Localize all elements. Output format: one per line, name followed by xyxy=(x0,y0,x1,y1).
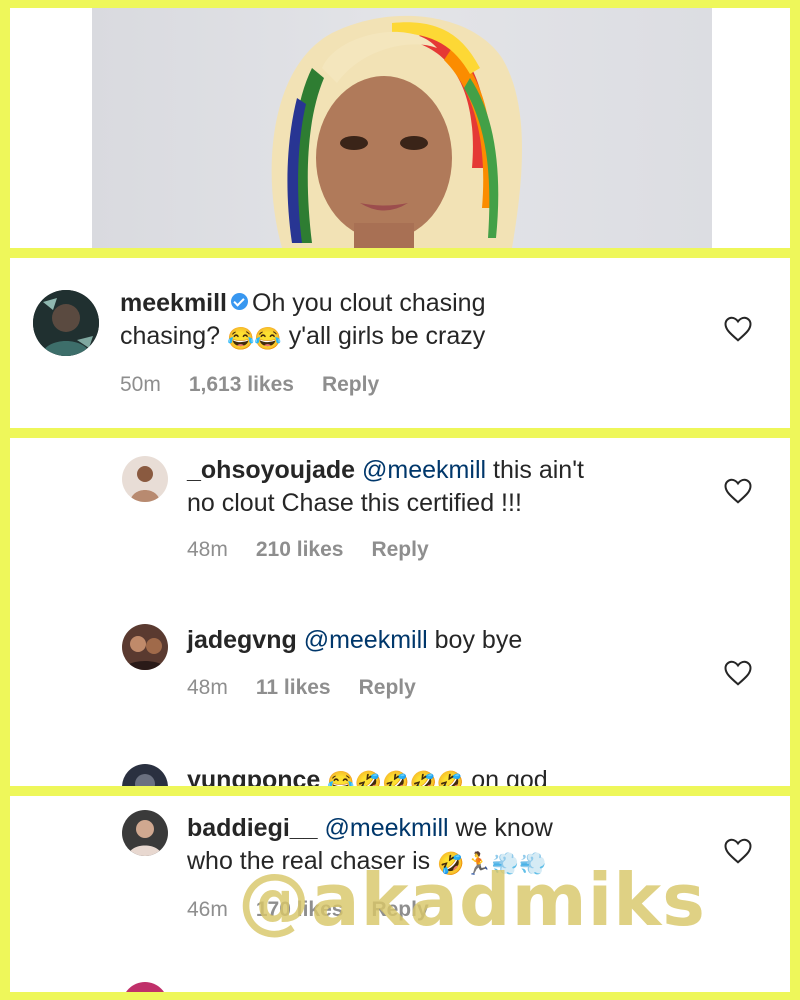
comment-body: y'all girls be crazy xyxy=(288,322,486,350)
comment-text: _ohsoyoujade @meekmill this ain't no clo… xyxy=(187,454,747,520)
comment-time: 46m xyxy=(187,898,228,921)
avatar[interactable] xyxy=(122,810,168,856)
avatar[interactable] xyxy=(122,764,168,786)
comment-time: 48m xyxy=(187,676,228,699)
comment-mention[interactable]: @meekmill xyxy=(325,814,449,842)
heart-icon[interactable] xyxy=(723,476,753,506)
heart-icon[interactable] xyxy=(723,836,753,866)
reply-button[interactable]: Reply xyxy=(322,373,379,396)
watermark: @akadmiks xyxy=(238,858,707,942)
comment-username[interactable]: _ohsoyoujade xyxy=(187,456,355,484)
comment-body: no clout Chase this certified !!! xyxy=(187,489,522,517)
emoji-laughing: 😂😂 xyxy=(227,326,282,351)
comment-ohsoyoujade: _ohsoyoujade @meekmill this ain't no clo… xyxy=(10,438,790,588)
portrait-illustration xyxy=(271,15,522,248)
post-photo-panel xyxy=(10,8,790,248)
comment-likes[interactable]: 210 likes xyxy=(256,538,344,561)
comment-mention[interactable]: @meekmill xyxy=(362,456,486,484)
comment-username[interactable]: jadegvng xyxy=(187,626,297,654)
comment-meta: 50m 1,613 likes Reply xyxy=(120,373,407,397)
next-comment-avatar-edge xyxy=(122,982,168,992)
comment-mention[interactable]: @meekmill xyxy=(304,626,428,654)
comment-meekmill: meekmill Oh you clout chasing chasing? 😂😂… xyxy=(10,258,790,428)
comment-time: 50m xyxy=(120,373,161,396)
avatar[interactable] xyxy=(122,624,168,670)
comment-text: yungponce 😂🤣🤣🤣🤣 on god xyxy=(187,764,747,786)
comment-username[interactable]: meekmill xyxy=(120,289,227,317)
reply-button[interactable]: Reply xyxy=(371,538,428,561)
comment-body: we know xyxy=(455,814,553,842)
verified-badge-icon xyxy=(231,293,249,310)
comment-body: chasing? xyxy=(120,322,221,350)
post-photo xyxy=(92,8,712,248)
avatar[interactable] xyxy=(122,456,168,502)
comment-panel-1: meekmill Oh you clout chasing chasing? 😂😂… xyxy=(10,258,790,428)
comment-jadegvng: jadegvng @meekmill boy bye 48m 11 likes Re… xyxy=(10,618,790,738)
comment-meta: 48m 11 likes Reply xyxy=(187,676,444,700)
comment-username[interactable]: baddiegi__ xyxy=(187,814,318,842)
comment-likes[interactable]: 1,613 likes xyxy=(189,373,294,396)
comment-text: jadegvng @meekmill boy bye xyxy=(187,624,747,657)
avatar[interactable] xyxy=(33,290,99,356)
comment-time: 48m xyxy=(187,538,228,561)
comment-meta: 48m 210 likes Reply xyxy=(187,538,457,562)
comment-body: on god xyxy=(471,766,548,786)
comment-panel-2: _ohsoyoujade @meekmill this ain't no clo… xyxy=(10,438,790,786)
comment-username[interactable]: yungponce xyxy=(187,766,320,786)
comment-body: Oh you clout chasing xyxy=(252,289,486,317)
comment-body: boy bye xyxy=(434,626,523,654)
comment-body: this ain't xyxy=(493,456,584,484)
comment-text: meekmill Oh you clout chasing chasing? 😂😂… xyxy=(120,287,700,353)
heart-icon[interactable] xyxy=(723,314,753,344)
reply-button[interactable]: Reply xyxy=(359,676,416,699)
comment-likes[interactable]: 11 likes xyxy=(256,676,331,699)
comment-yungponce: yungponce 😂🤣🤣🤣🤣 on god xyxy=(10,760,790,786)
emoji-laughing: 😂🤣🤣🤣🤣 xyxy=(327,770,465,787)
heart-icon[interactable] xyxy=(723,658,753,688)
